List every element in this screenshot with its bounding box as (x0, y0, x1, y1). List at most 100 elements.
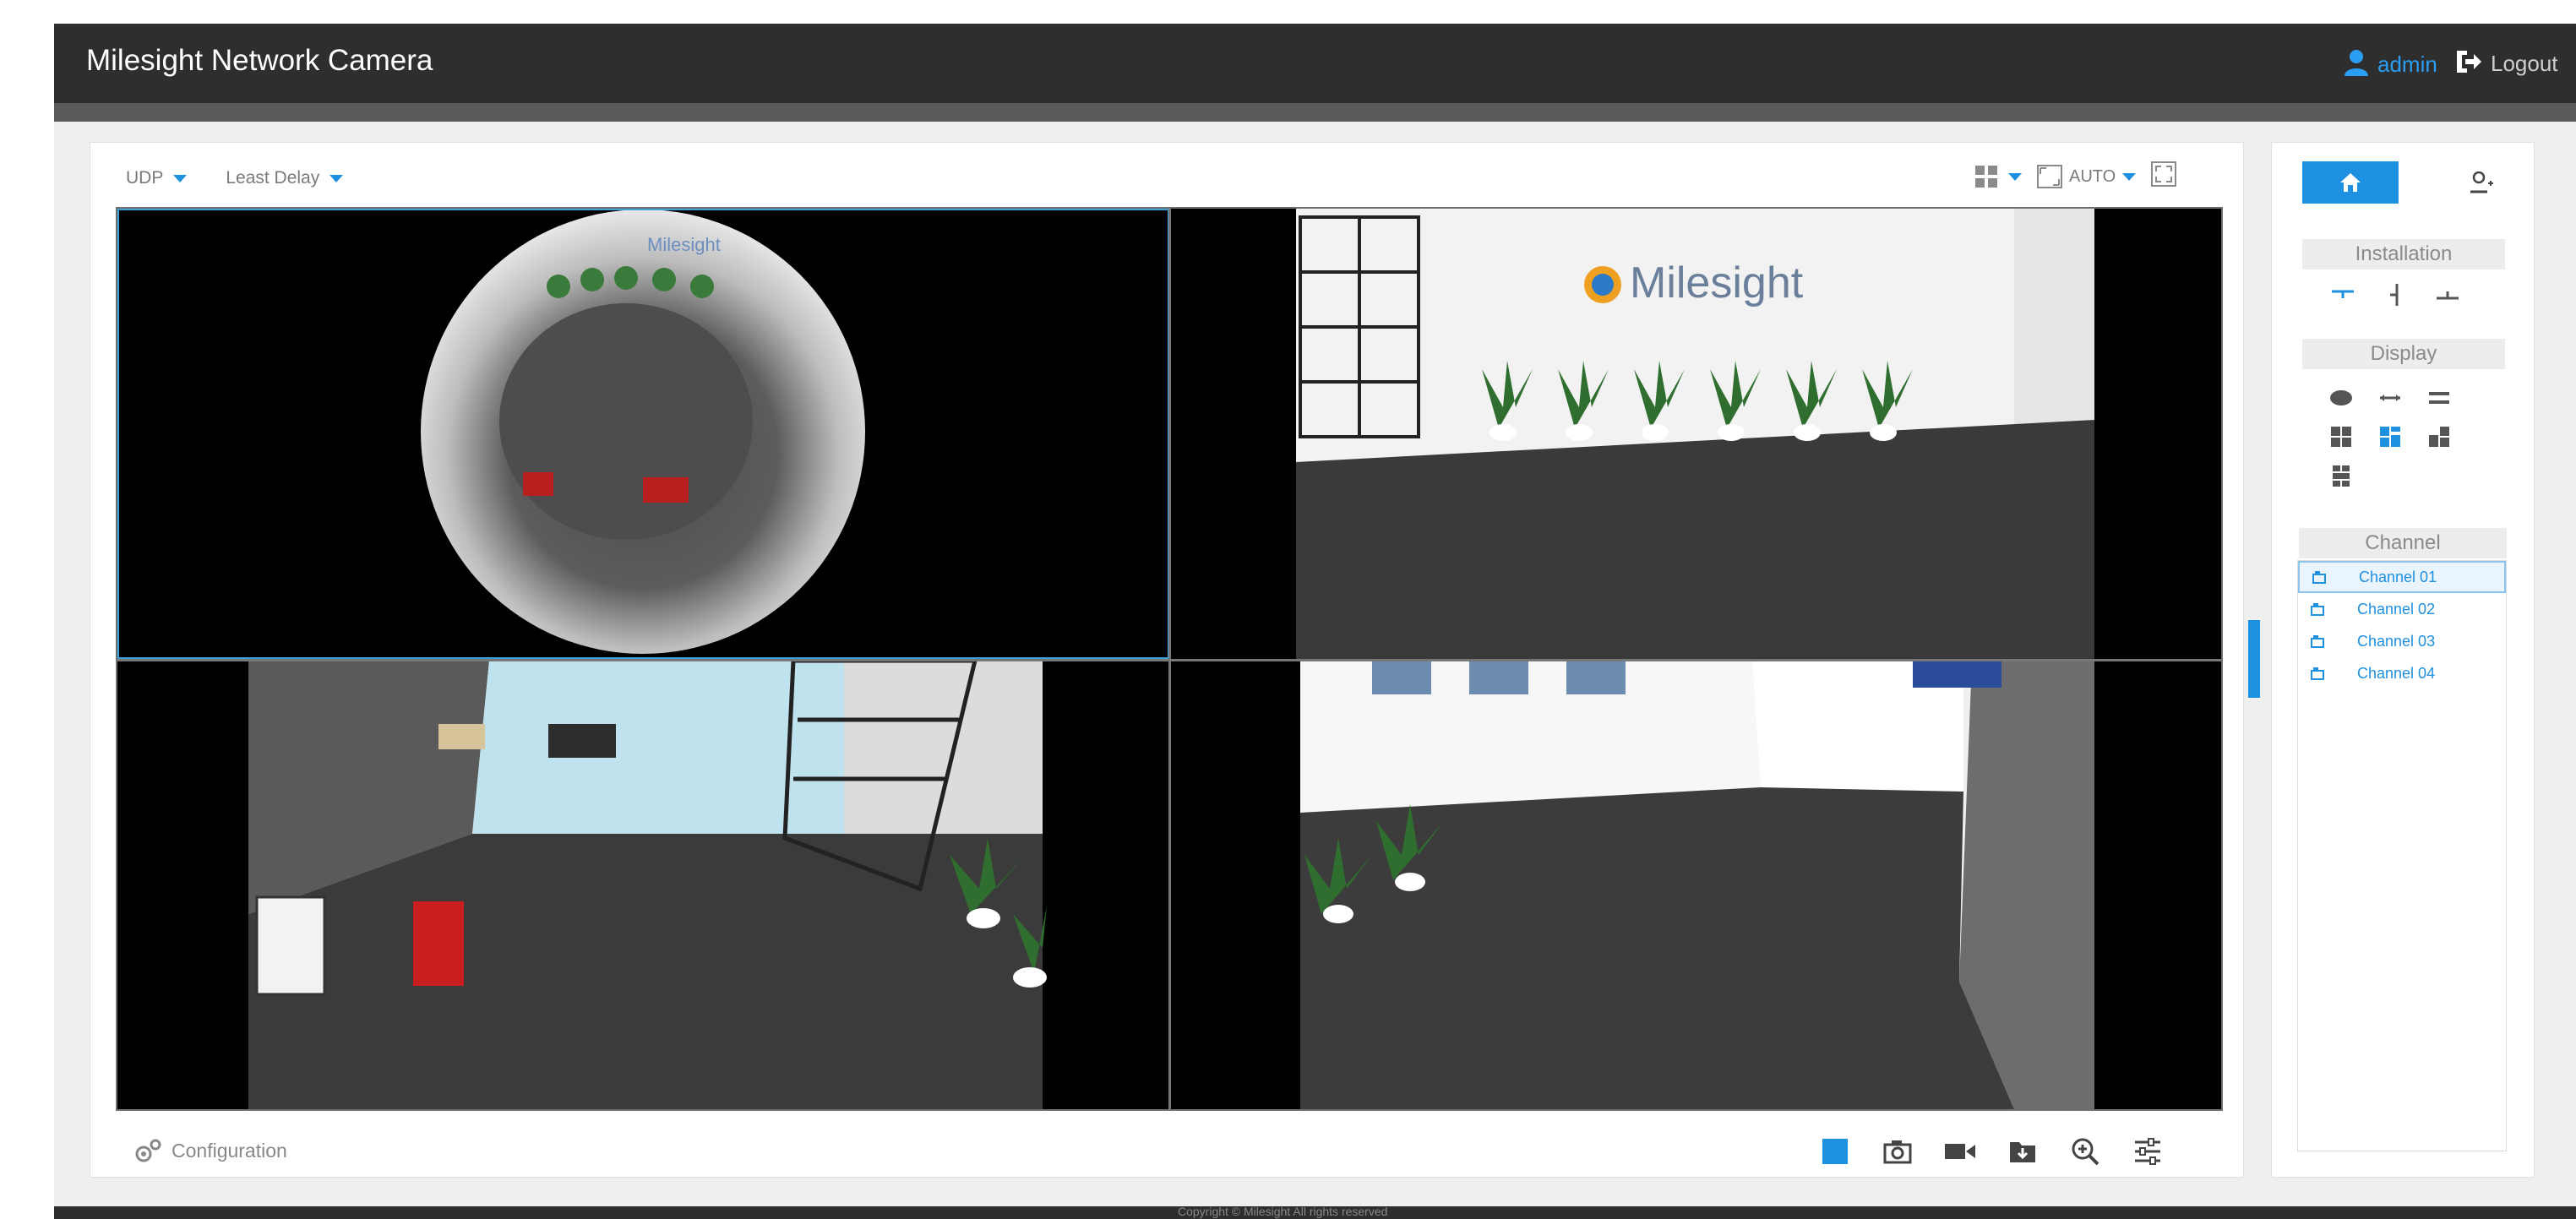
grid-divider-horizontal (117, 659, 2221, 661)
grid-layout-icon (1975, 166, 1997, 188)
office-view (1300, 661, 2094, 1109)
stop-button[interactable] (1818, 1135, 1852, 1168)
sliders-icon (2135, 1138, 2160, 1165)
panorama-display-button[interactable] (2377, 384, 2404, 411)
stop-icon (1822, 1139, 1848, 1164)
display-header: Display (2302, 339, 2505, 369)
quad-view-button[interactable] (2328, 423, 2355, 450)
channel-item[interactable]: Channel 03 (2298, 625, 2506, 657)
stream-mode-select[interactable]: Least Delay (226, 168, 344, 188)
camera-icon (2311, 667, 2324, 680)
floor-mount-icon (2437, 291, 2459, 300)
channel-item[interactable]: Channel 04 (2298, 657, 2506, 689)
panorama-3ptz-button[interactable] (2426, 423, 2453, 450)
snapshot-button[interactable] (1881, 1135, 1914, 1168)
zoom-button[interactable] (2068, 1135, 2102, 1168)
wall-mount-button[interactable] (2382, 281, 2409, 308)
user-icon (2344, 49, 2369, 80)
display-options-row-1 (2328, 384, 2453, 411)
video-cell-3[interactable] (117, 661, 1169, 1109)
top-bar: Milesight Network Camera admin Logout (54, 24, 2576, 103)
floor-mount-button[interactable] (2434, 281, 2461, 308)
user-settings-icon (2470, 171, 2493, 193)
app-title: Milesight Network Camera (86, 44, 433, 77)
chevron-down-icon (2008, 172, 2022, 181)
wall-mount-icon (2390, 284, 2399, 306)
dual-panorama-button[interactable] (2426, 384, 2453, 411)
protocol-value: UDP (126, 168, 164, 188)
view-toolbar: AUTO (1974, 161, 2177, 192)
fisheye-3ptz-button[interactable] (2377, 423, 2404, 450)
logout-icon (2455, 49, 2482, 79)
channel-label: Channel 04 (2357, 664, 2436, 682)
fisheye-icon (2330, 390, 2352, 405)
video-cell-2[interactable]: Milesight (1169, 209, 2221, 659)
channel-item[interactable]: Channel 01 (2298, 561, 2506, 593)
channel-item[interactable]: Channel 02 (2298, 593, 2506, 625)
chevron-down-icon (329, 174, 344, 182)
multi-ptz-button[interactable] (2328, 462, 2355, 489)
user-menu[interactable]: admin (2344, 49, 2437, 80)
dual-panorama-icon (2429, 392, 2449, 404)
fisheye-3ptz-icon (2380, 427, 2400, 447)
chevron-down-icon (2122, 172, 2137, 181)
footer: Copyright © Milesight All rights reserve… (54, 1205, 2576, 1219)
layout-select[interactable] (1974, 165, 2022, 188)
video-camera-icon (1945, 1144, 1975, 1159)
quad-view-icon (2331, 427, 2351, 447)
fullscreen-icon (2151, 161, 2177, 187)
configuration-label: Configuration (172, 1139, 287, 1162)
copyright-text: Copyright © Milesight All rights reserve… (1178, 1205, 1388, 1218)
installation-header: Installation (2302, 239, 2505, 269)
playback-tools (1818, 1135, 2165, 1168)
stream-toolbar: UDP Least Delay (126, 168, 344, 188)
fisheye-logo-text: Milesight (647, 234, 721, 255)
installation-options (2329, 281, 2461, 308)
zoom-in-icon (2072, 1138, 2099, 1166)
tab-user-settings[interactable] (2434, 161, 2530, 204)
bottom-toolbar: Configuration (90, 1131, 2245, 1178)
panorama-3ptz-icon (2429, 427, 2449, 447)
username: admin (2377, 52, 2437, 77)
configuration-link[interactable]: Configuration (134, 1138, 287, 1163)
stream-mode-value: Least Delay (226, 168, 320, 188)
home-icon (2340, 173, 2361, 192)
tab-home[interactable] (2302, 161, 2399, 204)
aspect-select[interactable]: AUTO (2037, 165, 2137, 188)
camera-icon (2312, 571, 2326, 584)
panorama-icon (2380, 395, 2400, 401)
camera-icon (1883, 1140, 1912, 1164)
sub-bar (54, 103, 2576, 122)
chevron-down-icon (173, 174, 188, 182)
aspect-ratio-icon (2037, 165, 2062, 188)
wall-logo-text: Milesight (1630, 258, 1804, 307)
record-button[interactable] (1943, 1135, 1977, 1168)
video-cell-4[interactable] (1169, 661, 2221, 1109)
lobby-view: Milesight (1296, 209, 2094, 659)
fisheye-display-button[interactable] (2328, 384, 2355, 411)
fisheye-view: Milesight (421, 210, 865, 654)
protocol-select[interactable]: UDP (126, 168, 188, 188)
video-grid: Milesight Milesight (116, 207, 2223, 1111)
folder-download-icon (2010, 1142, 2035, 1162)
ceiling-mount-button[interactable] (2329, 281, 2356, 308)
fullscreen-button[interactable] (2151, 161, 2177, 192)
gear-icon (135, 1139, 161, 1162)
display-options-row-3 (2328, 462, 2355, 489)
save-folder-button[interactable] (2006, 1135, 2040, 1168)
channel-label: Channel 03 (2357, 632, 2436, 650)
channel-label: Channel 02 (2357, 600, 2436, 618)
logout-button[interactable]: Logout (2455, 49, 2558, 79)
logout-label: Logout (2491, 51, 2558, 76)
video-cell-1[interactable]: Milesight (117, 209, 1169, 659)
side-panel: Installation Display Channel Channel 01 (2271, 142, 2535, 1178)
channel-label: Channel 01 (2359, 568, 2437, 585)
ceiling-mount-icon (2332, 290, 2354, 298)
camera-icon (2311, 635, 2324, 648)
app-frame: Milesight Network Camera admin Logout UD… (54, 24, 2576, 1219)
camera-icon (2311, 603, 2324, 616)
panel-collapse-handle[interactable] (2248, 620, 2260, 698)
image-settings-button[interactable] (2131, 1135, 2165, 1168)
live-view-panel: UDP Least Delay AUTO Milesight Milesight… (90, 142, 2244, 1178)
corridor-view (248, 661, 1047, 1109)
